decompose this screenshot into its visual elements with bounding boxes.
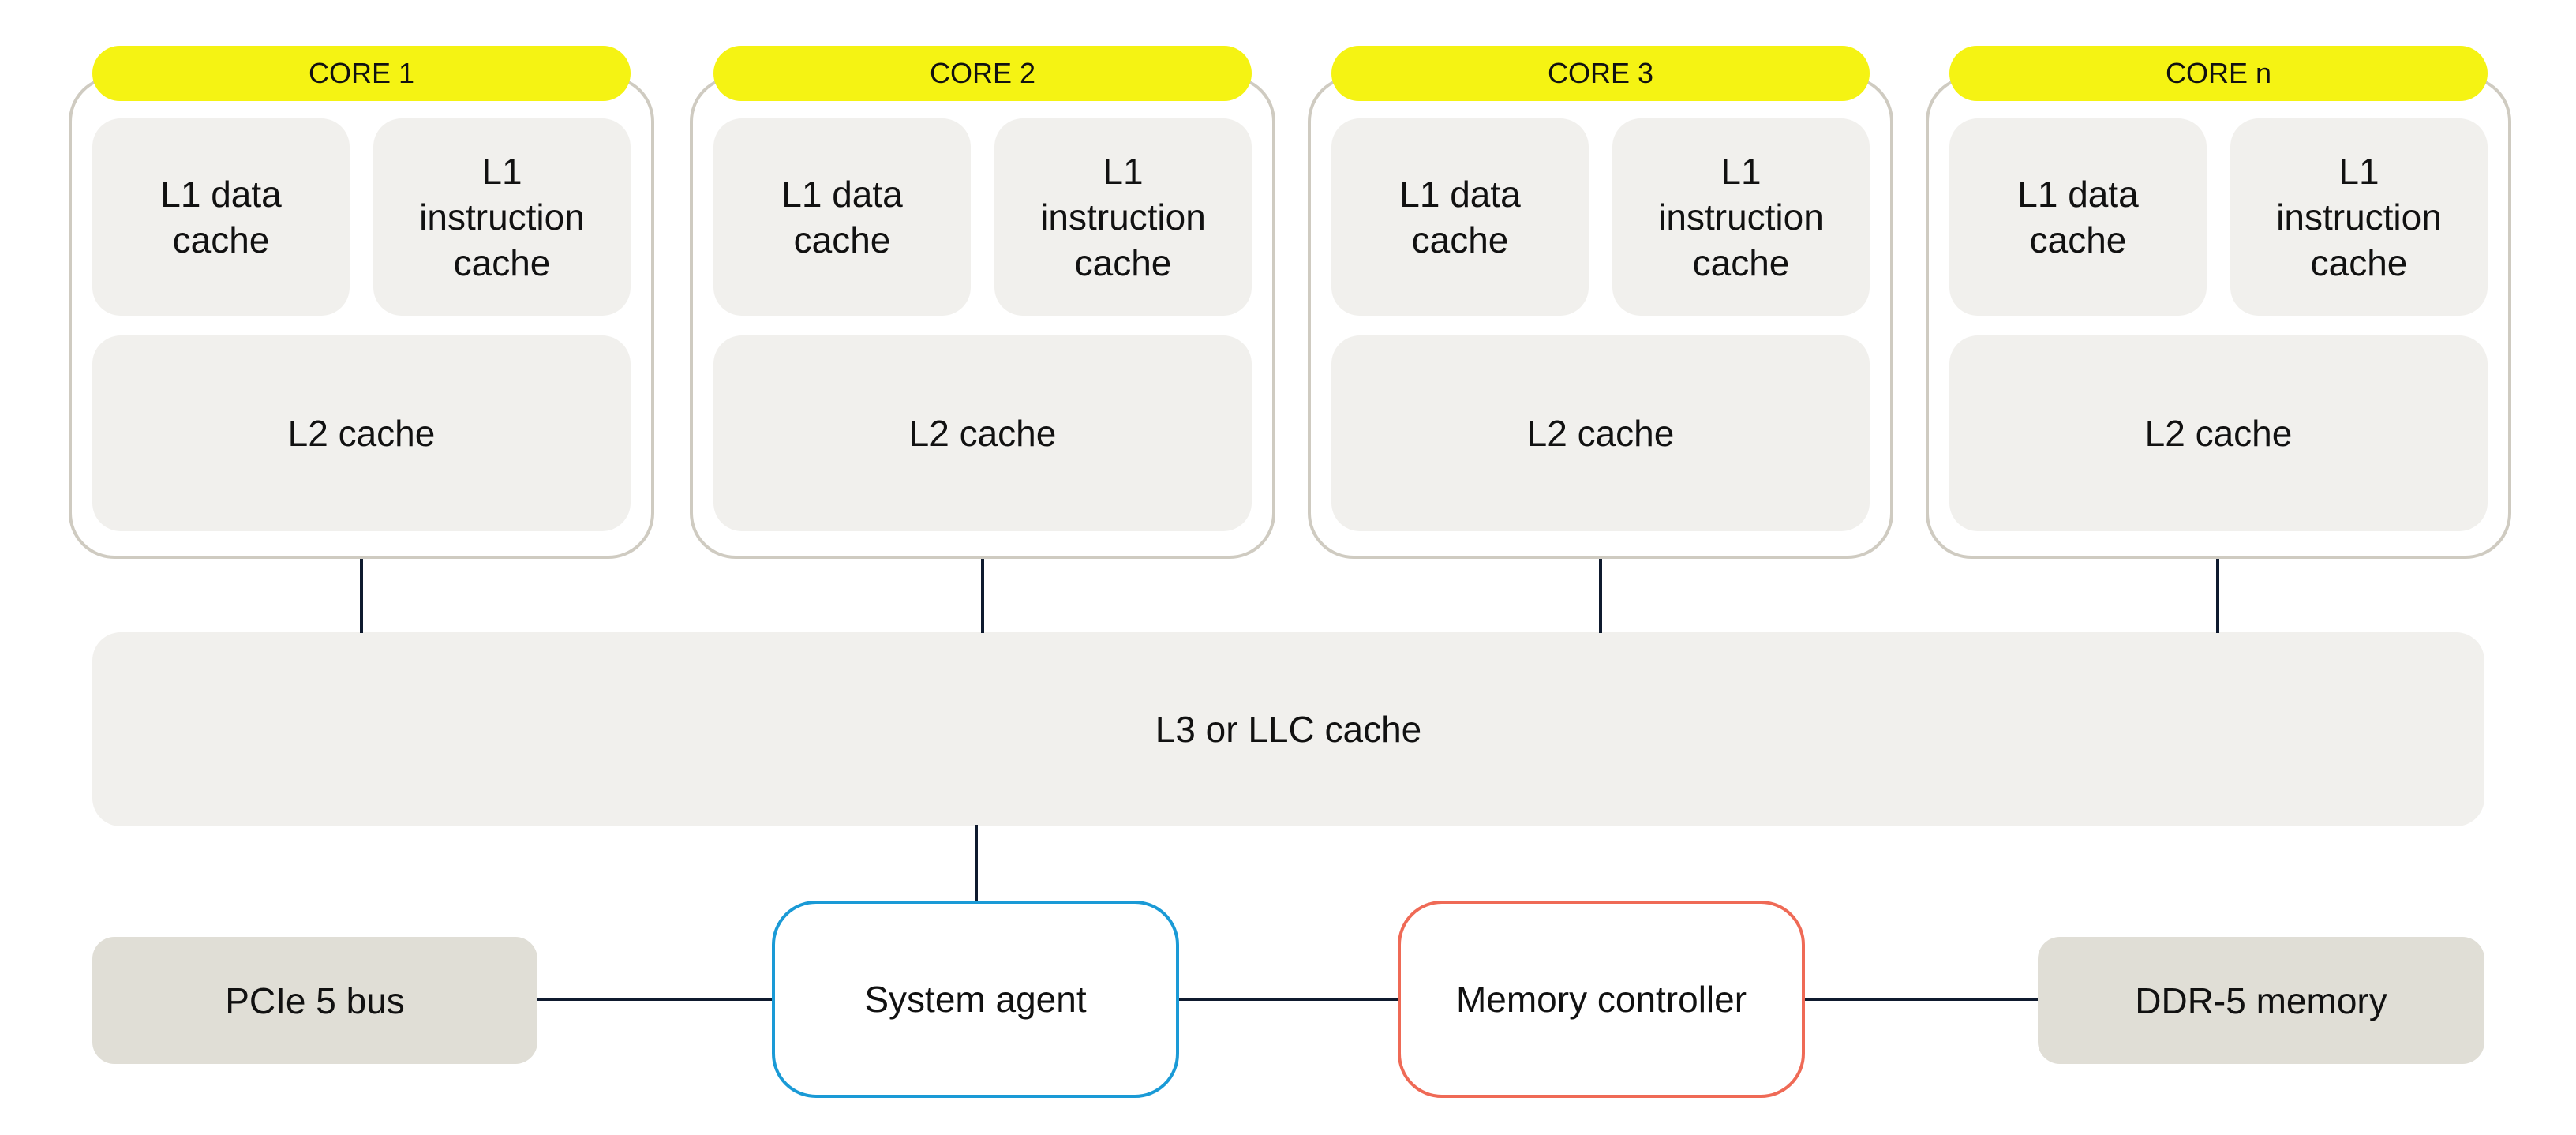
l2-cache: L2 cache: [92, 335, 631, 531]
l1-data-cache: L1 data cache: [92, 118, 350, 316]
l1-instruction-cache: L1 instruction cache: [1612, 118, 1870, 316]
l1-instruction-cache: L1 instruction cache: [994, 118, 1252, 316]
system-agent-memory-controller-connector: [1178, 998, 1400, 1001]
l1-data-cache-label: L1 data cache: [781, 174, 903, 260]
core-label: CORE 1: [308, 57, 415, 89]
l3-cache: L3 or LLC cache: [92, 632, 2484, 826]
core2-l3-connector: [981, 557, 984, 633]
l2-cache: L2 cache: [713, 335, 1252, 531]
l1-data-cache-label: L1 data cache: [2017, 174, 2139, 260]
core-label-tab: CORE 2: [713, 46, 1252, 101]
system-agent-label: System agent: [864, 979, 1087, 1020]
l1-data-cache-label: L1 data cache: [1399, 174, 1521, 260]
l3-system-agent-connector: [975, 825, 978, 902]
l1-instruction-cache-label: L1 instruction cache: [1658, 151, 1824, 283]
l2-cache-label: L2 cache: [908, 413, 1057, 454]
l1-data-cache: L1 data cache: [1331, 118, 1589, 316]
memory-controller-ddr-connector: [1803, 998, 2039, 1001]
core1-l3-connector: [360, 557, 363, 633]
coren-l3-connector: [2216, 557, 2219, 633]
l2-cache-label: L2 cache: [2144, 413, 2293, 454]
ddr5-memory: DDR-5 memory: [2038, 937, 2484, 1064]
core-label-tab: CORE n: [1949, 46, 2488, 101]
memory-controller-label: Memory controller: [1455, 979, 1747, 1020]
l1-instruction-cache: L1 instruction cache: [373, 118, 631, 316]
core-label: CORE n: [2165, 57, 2272, 89]
system-agent: System agent: [772, 901, 1179, 1098]
pcie-system-agent-connector: [537, 998, 773, 1001]
l1-data-cache-label: L1 data cache: [160, 174, 282, 260]
l2-cache: L2 cache: [1331, 335, 1870, 531]
l1-instruction-cache-label: L1 instruction cache: [419, 151, 585, 283]
l2-cache-label: L2 cache: [287, 413, 436, 454]
core-label: CORE 2: [929, 57, 1036, 89]
pcie-bus-label: PCIe 5 bus: [225, 980, 405, 1021]
core-label-tab: CORE 3: [1331, 46, 1870, 101]
ddr5-memory-label: DDR-5 memory: [2135, 980, 2387, 1021]
pcie-bus: PCIe 5 bus: [92, 937, 537, 1064]
l2-cache: L2 cache: [1949, 335, 2488, 531]
core-label-tab: CORE 1: [92, 46, 631, 101]
memory-controller: Memory controller: [1398, 901, 1805, 1098]
l3-cache-label: L3 or LLC cache: [1155, 709, 1422, 750]
l1-instruction-cache-label: L1 instruction cache: [1040, 151, 1206, 283]
core-label: CORE 3: [1547, 57, 1654, 89]
l2-cache-label: L2 cache: [1526, 413, 1675, 454]
l1-instruction-cache: L1 instruction cache: [2230, 118, 2488, 316]
l1-data-cache: L1 data cache: [713, 118, 971, 316]
l1-data-cache: L1 data cache: [1949, 118, 2207, 316]
l1-instruction-cache-label: L1 instruction cache: [2276, 151, 2442, 283]
core3-l3-connector: [1599, 557, 1602, 633]
